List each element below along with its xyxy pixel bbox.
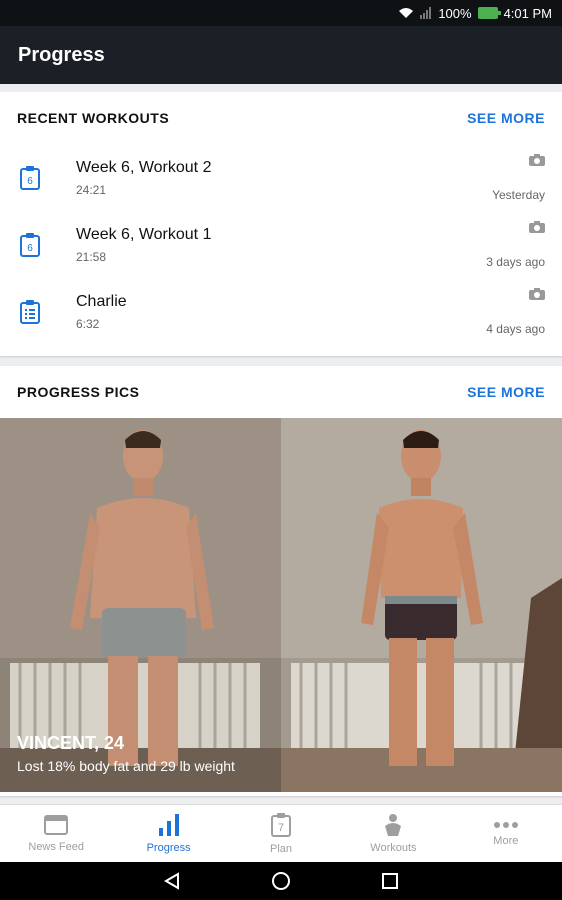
- more-icon: [493, 821, 518, 828]
- svg-text:6: 6: [27, 176, 33, 187]
- transformation-name: VINCENT, 24: [17, 733, 125, 753]
- progress-pics-header: PROGRESS PICS SEE MORE: [0, 366, 562, 418]
- progress-pics-card: PROGRESS PICS SEE MORE VINCENT, 24 Lost …: [0, 366, 562, 796]
- nav-label: Progress: [146, 841, 191, 854]
- workout-duration: 6:32: [76, 316, 100, 331]
- recent-workouts-header: RECENT WORKOUTS SEE MORE: [0, 92, 562, 144]
- bottom-nav: News Feed Progress 7 Plan Workouts More: [0, 804, 562, 862]
- workout-date: 3 days ago: [486, 254, 545, 269]
- battery-icon: [477, 7, 501, 19]
- back-icon[interactable]: [163, 872, 181, 890]
- recent-workouts-card: RECENT WORKOUTS SEE MORE 6 Week 6, Worko…: [0, 92, 562, 356]
- list-clipboard-icon: [20, 299, 40, 324]
- clock: 4:01 PM: [503, 5, 552, 21]
- nav-item-progress[interactable]: Progress: [112, 805, 224, 862]
- svg-text:7: 7: [278, 822, 284, 834]
- progress-pics-title: PROGRESS PICS: [17, 384, 140, 400]
- system-nav-bar: [0, 862, 562, 900]
- home-icon[interactable]: [271, 871, 291, 891]
- workout-row[interactable]: 6 Week 6, Workout 2 24:21 Yesterday: [0, 144, 562, 211]
- nav-item-news-feed[interactable]: News Feed: [0, 805, 112, 862]
- workout-date: Yesterday: [492, 187, 545, 202]
- status-bar: 100% 4:01 PM: [0, 0, 562, 26]
- workout-title: Charlie: [76, 292, 127, 310]
- camera-icon[interactable]: [529, 220, 545, 233]
- workouts-icon: [385, 813, 402, 836]
- workout-duration: 24:21: [76, 182, 107, 197]
- after-photo: [281, 418, 562, 792]
- nav-label: News Feed: [28, 840, 85, 853]
- transformation-caption: Lost 18% body fat and 29 lb weight: [17, 758, 235, 774]
- progress-photos[interactable]: VINCENT, 24 Lost 18% body fat and 29 lb …: [0, 418, 562, 792]
- battery-percent: 100%: [438, 5, 472, 21]
- recents-icon[interactable]: [381, 872, 399, 890]
- nav-item-more[interactable]: More: [450, 805, 562, 862]
- workout-title: Week 6, Workout 1: [76, 225, 212, 243]
- workout-duration: 21:58: [76, 249, 107, 264]
- plan-icon: 7: [271, 812, 292, 837]
- recent-workouts-title: RECENT WORKOUTS: [17, 110, 170, 126]
- nav-item-workouts[interactable]: Workouts: [337, 805, 449, 862]
- workout-row[interactable]: Charlie 6:32 4 days ago: [0, 278, 562, 345]
- nav-label: More: [493, 834, 519, 847]
- clipboard-icon: 6: [20, 165, 40, 190]
- progress-icon: [158, 813, 179, 836]
- recent-workouts-see-more-button[interactable]: SEE MORE: [467, 110, 545, 126]
- nav-item-plan[interactable]: 7 Plan: [225, 805, 337, 862]
- camera-icon[interactable]: [529, 287, 545, 300]
- camera-icon[interactable]: [529, 153, 545, 166]
- workout-row[interactable]: 6 Week 6, Workout 1 21:58 3 days ago: [0, 211, 562, 278]
- nav-label: Workouts: [370, 841, 417, 854]
- svg-text:6: 6: [27, 243, 33, 254]
- workout-title: Week 6, Workout 2: [76, 158, 212, 176]
- progress-pics-see-more-button[interactable]: SEE MORE: [467, 384, 545, 400]
- clipboard-icon: 6: [20, 232, 40, 257]
- workout-date: 4 days ago: [486, 321, 545, 336]
- wifi-icon: [399, 8, 414, 18]
- signal-icon: [420, 7, 432, 19]
- app-bar: Progress: [0, 26, 562, 84]
- nav-label: Plan: [270, 842, 293, 855]
- news-feed-icon: [44, 814, 69, 835]
- page-title: Progress: [18, 43, 105, 66]
